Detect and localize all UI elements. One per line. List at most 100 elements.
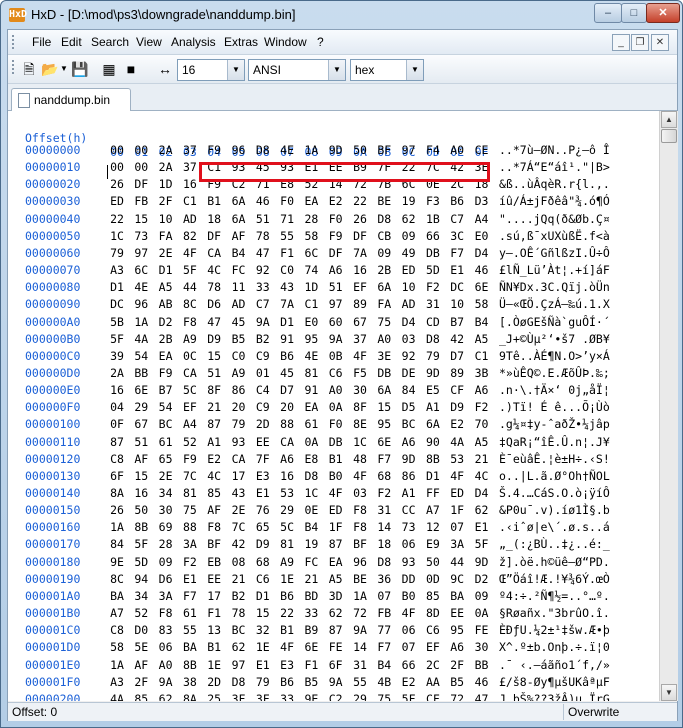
hex-byte[interactable]: 1A (130, 315, 152, 329)
hex-byte[interactable]: 42 (446, 332, 468, 346)
hex-byte[interactable]: 65 (252, 520, 274, 534)
hex-byte[interactable]: B9 (300, 623, 322, 637)
hex-byte[interactable]: F7 (373, 640, 395, 654)
hex-byte[interactable]: 79 (106, 246, 128, 260)
hex-byte[interactable]: FC (300, 555, 322, 569)
hex-byte[interactable]: 22 (276, 606, 298, 620)
hex-byte[interactable]: 46 (252, 194, 274, 208)
hex-byte[interactable]: 6E (130, 383, 152, 397)
hex-byte[interactable]: D3 (471, 194, 493, 208)
hex-byte[interactable]: 07 (446, 520, 468, 534)
hex-byte[interactable]: 32 (252, 623, 274, 637)
hex-byte[interactable]: 36 (373, 572, 395, 586)
hex-byte[interactable]: 8A (106, 486, 128, 500)
hex-byte[interactable]: CA (179, 366, 201, 380)
hex-byte[interactable]: 4F (446, 469, 468, 483)
hex-byte[interactable]: 97 (398, 143, 420, 157)
hex-byte[interactable]: 62 (228, 640, 250, 654)
hex-byte[interactable]: BF (203, 537, 225, 551)
hex-byte[interactable]: A7 (422, 503, 444, 517)
hex-byte[interactable]: 3A (155, 589, 177, 603)
hex-byte[interactable]: 29 (130, 400, 152, 414)
menu-window[interactable]: Window (264, 35, 307, 49)
charset-select[interactable]: ANSI ▼ (248, 59, 346, 81)
hex-byte[interactable]: 1E (252, 640, 274, 654)
hex-byte[interactable]: A6 (325, 263, 347, 277)
hex-byte[interactable]: 61 (300, 417, 322, 431)
hex-byte[interactable]: 14 (349, 640, 371, 654)
hex-byte[interactable]: F9 (155, 366, 177, 380)
hex-byte[interactable]: 8C (179, 297, 201, 311)
hex-byte[interactable]: 10 (155, 212, 177, 226)
hex-byte[interactable]: 97 (130, 246, 152, 260)
hex-byte[interactable]: 4F (398, 606, 420, 620)
hex-byte[interactable]: 11 (228, 280, 250, 294)
hex-byte[interactable]: 97 (325, 297, 347, 311)
hex-byte[interactable]: 4A (130, 332, 152, 346)
hex-byte[interactable]: 09 (373, 246, 395, 260)
hex-byte[interactable]: 09 (155, 555, 177, 569)
hex-byte[interactable]: 34 (130, 589, 152, 603)
hex-byte[interactable]: 4C (203, 263, 225, 277)
hex-byte[interactable]: EA (300, 194, 322, 208)
hex-byte[interactable]: 06 (398, 537, 420, 551)
hex-byte[interactable]: 13 (203, 623, 225, 637)
hex-byte[interactable]: D8 (373, 555, 395, 569)
disk-icon[interactable]: ■ (122, 60, 140, 78)
hex-byte[interactable]: D8 (228, 675, 250, 689)
hex-byte[interactable]: E2 (446, 417, 468, 431)
hex-byte[interactable]: 4C (471, 469, 493, 483)
hex-byte[interactable]: 2A (106, 366, 128, 380)
ascii-text[interactable]: 9Tê..ÀÉ¶N.O>’y×Á (499, 349, 610, 363)
hex-byte[interactable]: 12 (422, 520, 444, 534)
hex-byte[interactable]: A0 (155, 658, 177, 672)
hex-byte[interactable]: 75 (373, 692, 395, 701)
hex-byte[interactable]: 3F (228, 692, 250, 701)
hex-byte[interactable]: 2A (155, 143, 177, 157)
hex-byte[interactable]: 1D (155, 177, 177, 191)
hex-byte[interactable]: 87 (203, 417, 225, 431)
hex-byte[interactable]: 71 (276, 212, 298, 226)
hex-byte[interactable]: C7 (252, 297, 274, 311)
hex-byte[interactable]: 2D (252, 417, 274, 431)
hex-byte[interactable]: AF (130, 452, 152, 466)
hex-byte[interactable]: E9 (422, 537, 444, 551)
hex-byte[interactable]: A1 (203, 435, 225, 449)
hex-byte[interactable]: F9 (203, 143, 225, 157)
hex-byte[interactable]: 2F (130, 675, 152, 689)
ascii-text[interactable]: ‡QaR¡“îÊ.Û.n¦.J¥ (499, 435, 610, 449)
hex-byte[interactable]: 2A (155, 160, 177, 174)
hex-byte[interactable]: 42 (228, 537, 250, 551)
hex-byte[interactable]: 30 (349, 383, 371, 397)
hex-byte[interactable]: 16 (349, 263, 371, 277)
hex-byte[interactable]: 9D (422, 366, 444, 380)
hex-byte[interactable]: B0 (398, 589, 420, 603)
hex-byte[interactable]: 50 (349, 143, 371, 157)
hex-byte[interactable]: 15 (252, 606, 274, 620)
hex-byte[interactable]: BC (155, 417, 177, 431)
hex-byte[interactable]: BB (130, 366, 152, 380)
hex-byte[interactable]: 2D (203, 675, 225, 689)
ascii-text[interactable]: §Røañx."3brûO.î. (499, 606, 610, 620)
hex-byte[interactable]: 09 (471, 589, 493, 603)
ascii-text[interactable]: .g¼¤‡y-ˆaðŽ•¼jâp (499, 417, 610, 431)
hex-byte[interactable]: 8C (106, 572, 128, 586)
hex-byte[interactable]: 44 (446, 555, 468, 569)
hex-byte[interactable]: 55 (276, 229, 298, 243)
hex-byte[interactable]: 37 (179, 160, 201, 174)
hex-byte[interactable]: 9A (349, 623, 371, 637)
hex-byte[interactable]: 26 (349, 212, 371, 226)
hex-byte[interactable]: 61 (179, 606, 201, 620)
hex-byte[interactable]: 46 (471, 263, 493, 277)
hex-byte[interactable]: 31 (349, 658, 371, 672)
hex-byte[interactable]: 62 (155, 692, 177, 701)
hex-byte[interactable]: 55 (179, 623, 201, 637)
hex-byte[interactable]: 6A (228, 194, 250, 208)
hex-byte[interactable]: 92 (252, 263, 274, 277)
menu-extras[interactable]: Extras (224, 35, 258, 49)
hex-byte[interactable]: 8D (422, 606, 444, 620)
hex-byte[interactable]: 22 (349, 194, 371, 208)
hex-byte[interactable]: A3 (106, 263, 128, 277)
hex-byte[interactable]: 81 (276, 537, 298, 551)
hex-byte[interactable]: DF (130, 177, 152, 191)
